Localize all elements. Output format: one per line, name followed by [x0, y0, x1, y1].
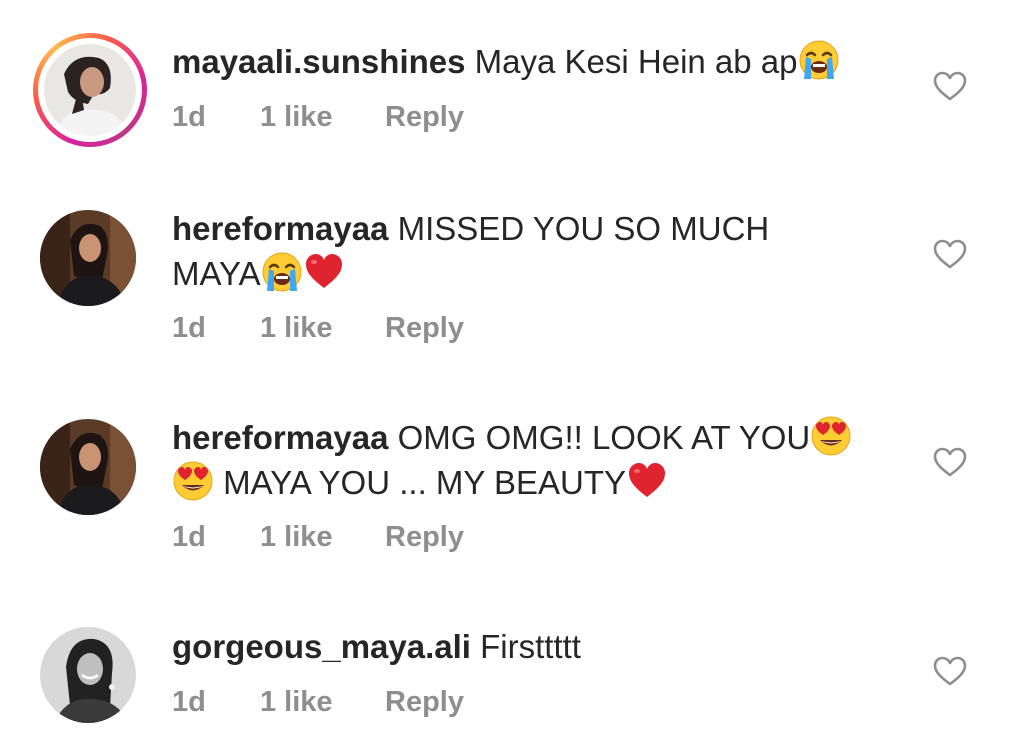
- avatar-image: [40, 627, 136, 723]
- red-heart-emoji: [303, 251, 345, 293]
- comment-line: hereformayaa OMG OMG!! LOOK AT YOU: [172, 415, 912, 460]
- avatar[interactable]: [33, 33, 147, 147]
- comment-time: 1d: [172, 521, 206, 553]
- reply-button[interactable]: Reply: [385, 308, 464, 348]
- like-heart-icon[interactable]: [932, 238, 968, 270]
- profile-photo-grayscale: [40, 627, 136, 723]
- comment-time: 1d: [172, 686, 206, 718]
- avatar[interactable]: [40, 419, 136, 515]
- comment-time: 1d: [172, 101, 206, 133]
- loudly-crying-face-emoji: [261, 251, 303, 293]
- like-heart-icon[interactable]: [932, 446, 968, 478]
- comment-body-line2: MAYA YOU ... MY BEAUTY: [223, 464, 627, 501]
- reply-button[interactable]: Reply: [385, 517, 464, 557]
- comment-line: MAYA: [172, 251, 912, 296]
- comment-likes-count[interactable]: 1 like: [260, 517, 333, 557]
- profile-photo: [40, 419, 136, 515]
- comment-username[interactable]: hereformayaa: [172, 210, 388, 247]
- red-heart-emoji: [626, 460, 668, 502]
- comment-body-line1: MISSED YOU SO MUCH: [397, 210, 770, 247]
- comment-line: hereformayaa MISSED YOU SO MUCH: [172, 206, 912, 251]
- comment-username[interactable]: gorgeous_maya.ali: [172, 628, 471, 665]
- avatar-image: [44, 44, 136, 136]
- comment-line: MAYA YOU ... MY BEAUTY: [172, 460, 912, 505]
- avatar-image: [40, 419, 136, 515]
- comment-username[interactable]: mayaali.sunshines: [172, 43, 465, 80]
- profile-photo: [40, 210, 136, 306]
- heart-eyes-emoji: [172, 460, 214, 502]
- like-heart-icon[interactable]: [932, 655, 968, 687]
- comment-body: Maya Kesi Hein ab ap: [474, 43, 798, 80]
- comment-likes-count[interactable]: 1 like: [260, 308, 333, 348]
- comment-username[interactable]: hereformayaa: [172, 419, 388, 456]
- comment-body-line1: OMG OMG!! LOOK AT YOU: [397, 419, 811, 456]
- comment-text: gorgeous_maya.ali Firsttttt: [172, 624, 912, 669]
- comment-body: Firsttttt: [480, 628, 581, 665]
- avatar[interactable]: [40, 210, 136, 306]
- avatar-image: [40, 210, 136, 306]
- comment-text: hereformayaa OMG OMG!! LOOK AT YOU MAYA …: [172, 415, 912, 505]
- loudly-crying-face-emoji: [798, 39, 840, 81]
- comment-text: mayaali.sunshines Maya Kesi Hein ab ap: [172, 39, 912, 84]
- reply-button[interactable]: Reply: [385, 97, 464, 137]
- avatar[interactable]: [40, 627, 136, 723]
- comment-likes-count[interactable]: 1 like: [260, 682, 333, 722]
- comment-text: hereformayaa MISSED YOU SO MUCH MAYA: [172, 206, 912, 296]
- reply-button[interactable]: Reply: [385, 682, 464, 722]
- comment-likes-count[interactable]: 1 like: [260, 97, 333, 137]
- heart-eyes-emoji: [810, 415, 852, 457]
- comment-time: 1d: [172, 312, 206, 344]
- comment-body-line2: MAYA: [172, 255, 261, 292]
- like-heart-icon[interactable]: [932, 70, 968, 102]
- profile-photo: [44, 44, 136, 136]
